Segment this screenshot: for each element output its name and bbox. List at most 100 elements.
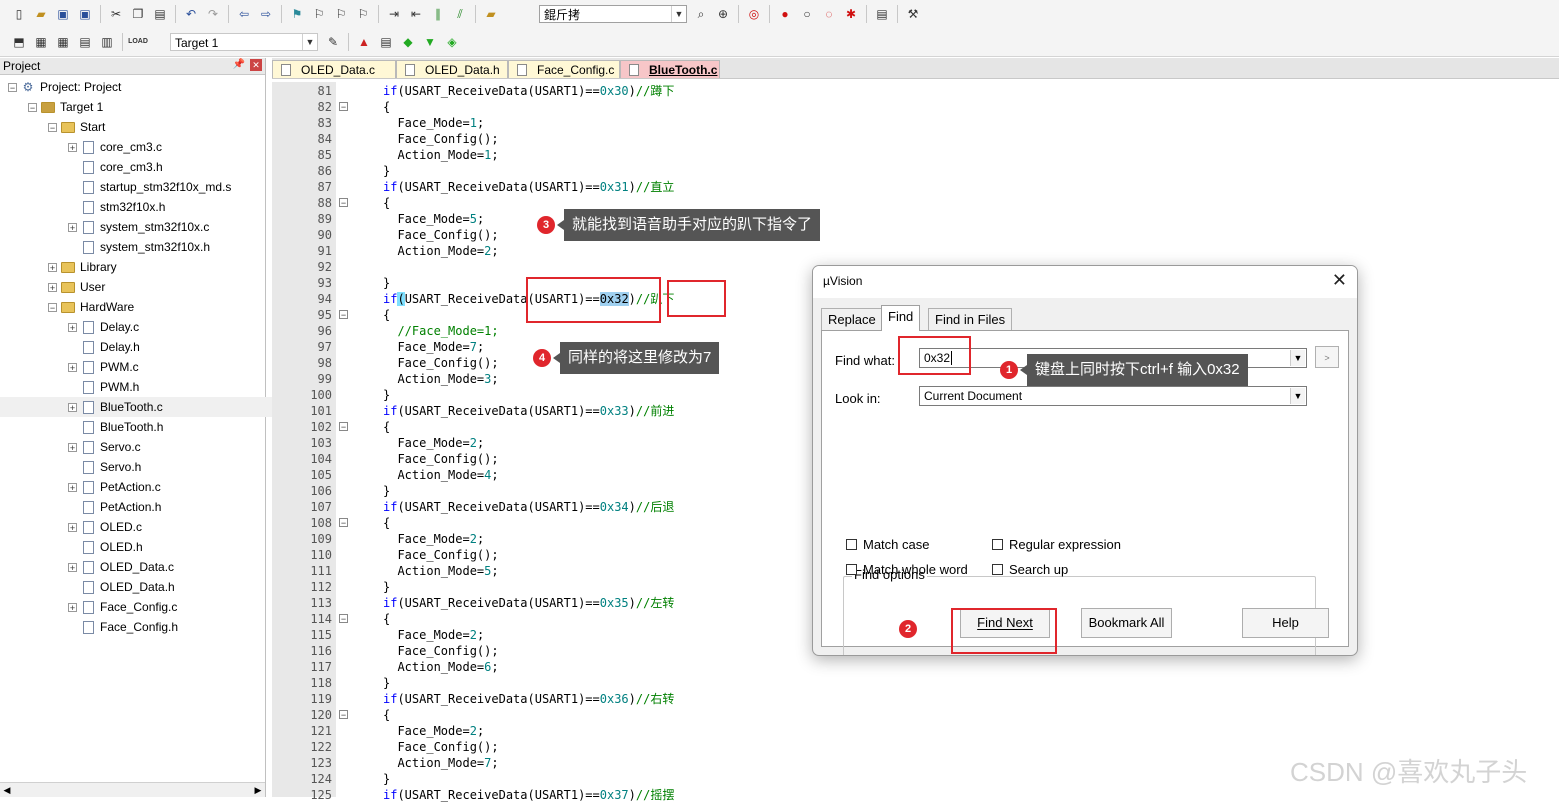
target-options-icon[interactable]: ✎ <box>325 34 341 50</box>
code-line[interactable]: Action_Mode=5; <box>383 563 498 579</box>
pin-icon[interactable]: 📌 <box>233 59 245 70</box>
code-line[interactable]: Face_Config(); <box>383 739 498 755</box>
code-line[interactable]: Face_Mode=2; <box>383 627 484 643</box>
expand-icon[interactable]: + <box>68 362 77 372</box>
chevron-down-icon[interactable]: ▼ <box>1290 350 1305 366</box>
download-icon[interactable]: LOAD <box>128 34 148 50</box>
tree-item[interactable]: + User <box>0 277 310 297</box>
breakpoint-all-icon[interactable]: ✱ <box>843 6 859 22</box>
code-line[interactable]: Face_Config(); <box>383 131 498 147</box>
tab-oled-data-h[interactable]: OLED_Data.h <box>396 60 508 78</box>
tab-replace[interactable]: Replace <box>821 308 883 330</box>
open-folder-icon[interactable]: ▰ <box>33 6 49 22</box>
manage-components-icon[interactable]: ▲ <box>356 34 372 50</box>
rebuild-icon[interactable]: ▦ <box>55 34 71 50</box>
bookmark-clear-icon[interactable]: ⚐ <box>355 6 371 22</box>
nav-forward-icon[interactable]: ⇨ <box>258 6 274 22</box>
expand-icon[interactable]: + <box>68 402 77 412</box>
code-line[interactable]: Face_Mode=1; <box>383 115 484 131</box>
undo-icon[interactable]: ↶ <box>183 6 199 22</box>
manage-project-icon[interactable]: ▤ <box>378 34 394 50</box>
bookmark-icon[interactable]: ⚑ <box>289 6 305 22</box>
expand-icon[interactable]: + <box>68 602 77 612</box>
code-line[interactable]: { <box>383 419 390 435</box>
code-line[interactable]: { <box>383 611 390 627</box>
code-line[interactable]: if(USART_ReceiveData(USART1)==0x31)//直立 <box>383 179 674 195</box>
expand-icon[interactable]: + <box>48 262 57 272</box>
checkbox-box[interactable] <box>846 564 857 575</box>
indent-icon[interactable]: ⇥ <box>386 6 402 22</box>
code-line[interactable]: } <box>383 387 390 403</box>
build-icon[interactable]: ▦ <box>33 34 49 50</box>
code-line[interactable]: { <box>383 195 390 211</box>
bookmark-all-button[interactable]: Bookmark All <box>1081 608 1172 638</box>
expand-icon[interactable]: + <box>68 142 77 152</box>
chevron-down-icon[interactable]: ▼ <box>671 6 686 22</box>
find-combo[interactable]: 錕斤拷 ▼ <box>539 5 687 23</box>
collapse-icon[interactable]: − <box>8 82 17 92</box>
match-case-checkbox[interactable]: Match case <box>846 537 929 552</box>
code-line[interactable]: Action_Mode=4; <box>383 467 498 483</box>
code-line[interactable]: Face_Mode=2; <box>383 435 484 451</box>
tab-find[interactable]: Find <box>881 305 921 331</box>
tab-bluetooth-c[interactable]: BlueTooth.c <box>620 60 720 78</box>
code-line[interactable]: } <box>383 483 390 499</box>
scroll-right-icon[interactable]: ▶ <box>251 783 265 797</box>
code-line[interactable]: } <box>383 163 390 179</box>
tree-item[interactable]: − HardWare <box>0 297 310 317</box>
fold-icon[interactable]: − <box>339 422 348 432</box>
help-button[interactable]: Help <box>1242 608 1329 638</box>
breakpoint-disable-icon[interactable]: ○ <box>799 6 815 22</box>
batch-build-icon[interactable]: ▤ <box>77 34 93 50</box>
code-line[interactable]: } <box>383 771 390 787</box>
stop-build-icon[interactable]: ▥ <box>99 34 115 50</box>
nav-back-icon[interactable]: ⇦ <box>236 6 252 22</box>
code-line[interactable]: Face_Config(); <box>383 227 498 243</box>
code-line[interactable]: { <box>383 307 390 323</box>
match-whole-word-checkbox[interactable]: Match whole word <box>846 562 968 577</box>
breakpoint-icon[interactable]: ● <box>777 6 793 22</box>
checkbox-box[interactable] <box>992 564 1003 575</box>
code-line[interactable]: if(USART_ReceiveData(USART1)==0x37)//摇摆 <box>383 787 674 803</box>
select-packs-icon[interactable]: ◈ <box>444 34 460 50</box>
look-in-select[interactable]: Current Document ▼ <box>919 386 1307 406</box>
scroll-left-icon[interactable]: ◀ <box>0 783 14 797</box>
code-line[interactable]: Face_Config(); <box>383 355 498 371</box>
collapse-icon[interactable]: − <box>48 302 57 312</box>
fold-icon[interactable]: − <box>339 102 348 112</box>
zoom-icon[interactable]: ◎ <box>746 6 762 22</box>
code-line[interactable]: } <box>383 675 390 691</box>
code-line[interactable]: Action_Mode=3; <box>383 371 498 387</box>
translate-icon[interactable]: ⬒ <box>11 34 27 50</box>
tab-face-config-c[interactable]: Face_Config.c <box>508 60 620 78</box>
tab-find-in-files[interactable]: Find in Files <box>928 308 1013 330</box>
fold-icon[interactable]: − <box>339 518 348 528</box>
code-line[interactable]: Face_Mode=2; <box>383 531 484 547</box>
code-line[interactable]: Action_Mode=2; <box>383 243 498 259</box>
code-line[interactable]: { <box>383 99 390 115</box>
copy-icon[interactable]: ❐ <box>130 6 146 22</box>
code-line[interactable]: Face_Config(); <box>383 643 498 659</box>
expand-icon[interactable]: + <box>68 482 77 492</box>
uncomment-icon[interactable]: ⫽ <box>452 6 468 22</box>
code-line[interactable]: if(USART_ReceiveData(USART1)==0x35)//左转 <box>383 595 674 611</box>
comment-icon[interactable]: ∥ <box>430 6 446 22</box>
tree-item[interactable]: − Start <box>0 117 310 137</box>
unindent-icon[interactable]: ⇤ <box>408 6 424 22</box>
run-time-env-icon[interactable]: ▼ <box>422 34 438 50</box>
expand-icon[interactable]: + <box>68 222 77 232</box>
regular-expression-checkbox[interactable]: Regular expression <box>992 537 1121 552</box>
tree-item[interactable]: + Library <box>0 257 310 277</box>
code-line[interactable]: } <box>383 579 390 595</box>
code-line[interactable]: Action_Mode=1; <box>383 147 498 163</box>
code-line[interactable]: Face_Mode=2; <box>383 723 484 739</box>
chevron-down-icon[interactable]: ▼ <box>1290 388 1305 404</box>
bookmark-next-icon[interactable]: ⚐ <box>333 6 349 22</box>
code-line[interactable]: Face_Config(); <box>383 547 498 563</box>
code-line[interactable]: if(USART_ReceiveData(USART1)==0x33)//前进 <box>383 403 674 419</box>
chevron-down-icon[interactable]: ▼ <box>302 34 317 50</box>
code-line[interactable]: Face_Config(); <box>383 451 498 467</box>
close-icon[interactable]: ✕ <box>1332 270 1347 291</box>
code-line[interactable]: } <box>383 275 390 291</box>
more-options-button[interactable]: > <box>1315 346 1339 368</box>
